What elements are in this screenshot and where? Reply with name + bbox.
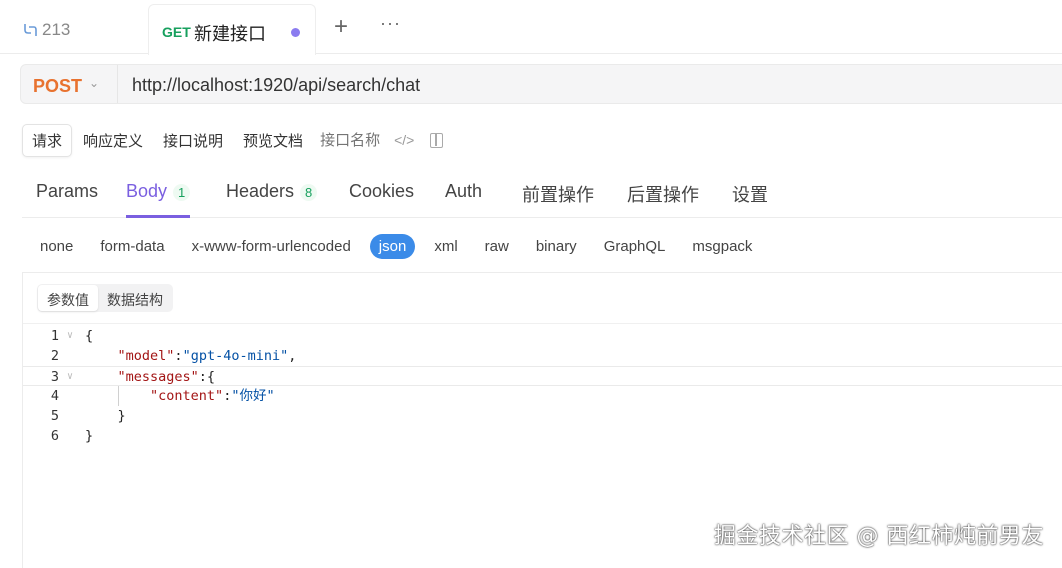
tab-pre-label: 前置操作 (522, 185, 594, 205)
tab-params[interactable]: Params (36, 181, 98, 218)
tab-headers-label: Headers (226, 181, 295, 201)
tab-body-label: Body (126, 181, 168, 201)
body-count-badge: 1 (173, 184, 191, 201)
code-text: { (85, 326, 93, 346)
code-token: "model" (117, 348, 175, 364)
tab-settings-label: 设置 (732, 185, 768, 205)
code-token: "messages" (117, 369, 199, 385)
tab-method: GET (162, 24, 191, 40)
subtab-request[interactable]: 请求 (22, 123, 73, 157)
code-text: "model":"gpt-4o-mini", (85, 346, 297, 366)
code-icon[interactable]: </> (394, 132, 414, 148)
divider (23, 323, 1062, 324)
tab-prev-label: 213 (42, 20, 71, 39)
code-token: "你好" (231, 388, 275, 404)
unsaved-dot-icon (291, 28, 300, 37)
panel-toggle-icon[interactable] (430, 132, 444, 148)
line-number: 6 (50, 428, 59, 444)
code-line[interactable]: 1 ∨ { (23, 326, 1062, 346)
tab-strip: 213 GET 新建接口 + ··· (0, 0, 1062, 55)
code-text: "content":"你好" (85, 386, 275, 406)
code-text: "messages":{ (85, 367, 216, 387)
tab-body[interactable]: Body 1 (126, 181, 191, 218)
more-tabs-button[interactable]: ··· (380, 13, 401, 34)
line-number: 4 (50, 388, 59, 404)
subtab-response[interactable]: 响应定义 (74, 125, 152, 156)
code-line[interactable]: 4 "content":"你好" (23, 386, 1062, 406)
link-icon (24, 24, 37, 36)
code-line[interactable]: 5 } (23, 406, 1062, 426)
url-input[interactable] (132, 75, 732, 96)
code-token: } (85, 408, 126, 424)
body-type-graphql[interactable]: GraphQL (604, 234, 666, 259)
tab-cookies[interactable]: Cookies (349, 181, 414, 218)
code-line[interactable]: 6} (23, 426, 1062, 446)
method-label: POST (33, 76, 83, 96)
segment-data-structure[interactable]: 数据结构 (98, 285, 172, 311)
code-line[interactable]: 2 "model":"gpt-4o-mini", (23, 346, 1062, 366)
code-line[interactable]: 3 ∨ "messages":{ (23, 366, 1062, 386)
json-code-editor[interactable]: 1 ∨ {2 "model":"gpt-4o-mini", 3 ∨ "messages"… (23, 326, 1062, 446)
tab-auth-label: Auth (445, 181, 483, 201)
tab-post-processors[interactable]: 后置操作 (627, 181, 699, 218)
tab-settings[interactable]: 设置 (732, 181, 768, 218)
body-type-xml[interactable]: xml (434, 234, 457, 259)
tab-pre-processors[interactable]: 前置操作 (522, 181, 594, 218)
method-select[interactable]: POST ⌄ (21, 65, 118, 103)
chevron-down-icon: ⌄ (89, 76, 100, 90)
tab-name: 新建接口 (194, 24, 266, 44)
headers-count-badge: 8 (300, 184, 318, 201)
url-bar: POST ⌄ (20, 64, 1062, 104)
code-token: "content" (150, 388, 224, 404)
body-type-binary[interactable]: binary (536, 234, 577, 259)
code-text: } (85, 406, 126, 426)
main-tabs: Params Body 1 Headers 8 Cookies Auth 前置操作 … (22, 170, 1062, 218)
api-name-input[interactable] (320, 131, 391, 149)
tab-post-label: 后置操作 (627, 185, 699, 205)
watermark: 掘金技术社区 @ 西红柿炖前男友 (714, 524, 1044, 549)
code-token: , (288, 348, 297, 364)
code-token: "gpt-4o-mini" (182, 348, 289, 364)
body-type-urlencoded[interactable]: x-www-form-urlencoded (192, 234, 351, 259)
body-type-json[interactable]: json (369, 233, 416, 259)
tab-params-label: Params (36, 181, 99, 201)
add-tab-button[interactable]: + (330, 14, 352, 40)
subtab-description[interactable]: 接口说明 (154, 125, 232, 156)
code-token: : (174, 348, 183, 364)
subtab-preview[interactable]: 预览文档 (234, 125, 312, 156)
line-number: 2 (50, 348, 59, 364)
code-text: } (85, 426, 93, 446)
tab-headers[interactable]: Headers 8 (226, 181, 318, 218)
line-number: 1 (50, 328, 59, 344)
code-token: :{ (198, 369, 216, 385)
code-token: { (85, 328, 94, 344)
body-type-msgpack[interactable]: msgpack (692, 234, 752, 259)
tab-prev[interactable]: 213 (22, 20, 70, 40)
body-type-form-data[interactable]: form-data (100, 234, 164, 259)
body-type-none[interactable]: none (40, 234, 73, 259)
sub-tabs: 请求 响应定义 接口说明 预览文档 </> (22, 123, 444, 157)
view-mode-toggle: 参数值 数据结构 (37, 284, 173, 312)
fold-chevron-icon[interactable]: ∨ (67, 326, 73, 346)
fold-chevron-icon[interactable]: ∨ (67, 367, 73, 387)
body-type-selector: none form-data x-www-form-urlencoded jso… (22, 232, 779, 260)
tab-auth[interactable]: Auth (445, 181, 482, 218)
line-number: 3 (50, 369, 59, 385)
line-number: 5 (50, 408, 59, 424)
code-token: } (85, 428, 94, 444)
segment-params-value[interactable]: 参数值 (38, 285, 98, 311)
body-type-raw[interactable]: raw (485, 234, 509, 259)
tab-cookies-label: Cookies (349, 181, 415, 201)
tab-active[interactable]: GET 新建接口 (148, 4, 316, 55)
